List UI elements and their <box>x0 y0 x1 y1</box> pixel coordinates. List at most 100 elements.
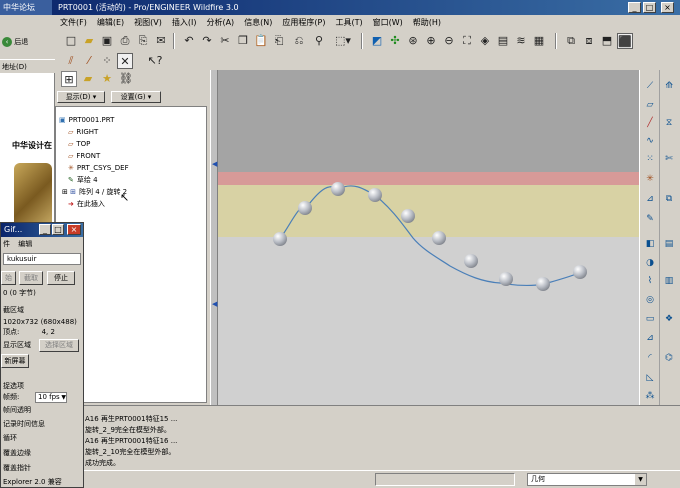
option-loop[interactable]: 循环 <box>3 433 17 444</box>
extrude-tool-icon[interactable]: ◧ <box>643 238 657 250</box>
option-frame-transparent[interactable]: 帧间透明 <box>3 405 31 416</box>
menu-item[interactable]: 窗口(W) <box>368 15 408 30</box>
sweep-tool-icon[interactable]: ⌇ <box>643 275 657 287</box>
capture-button[interactable]: 截取 <box>19 271 43 285</box>
zoom-out-icon[interactable]: ⊖ <box>441 33 457 49</box>
gif-maximize-button[interactable]: □ <box>52 224 64 235</box>
maximize-button[interactable]: □ <box>643 2 656 13</box>
menu-item[interactable]: 视图(V) <box>129 15 167 30</box>
panel-splitter[interactable]: ◀ ◀ <box>210 70 218 405</box>
option-cover-edges[interactable]: 覆盖边缘 <box>3 448 31 459</box>
tree-item[interactable]: ▱ RIGHT <box>68 127 98 137</box>
shading-icon[interactable]: ⬛ <box>617 33 633 49</box>
thicken-tool-icon[interactable]: ▤ <box>662 238 676 250</box>
settings-dropdown[interactable]: 设置(G) ▾ <box>111 91 161 103</box>
trim-tool-icon[interactable]: ✄ <box>662 153 676 165</box>
paste-special-icon[interactable]: ⎗ <box>271 33 287 49</box>
menu-item[interactable]: 帮助(H) <box>408 15 446 30</box>
repaint-icon[interactable]: ◩ <box>369 33 385 49</box>
cut-icon[interactable]: ✂ <box>217 33 233 49</box>
filter-select[interactable]: 几何 ▼ <box>527 473 647 486</box>
redo-icon[interactable]: ↷ <box>199 33 215 49</box>
datum-plane-display-icon[interactable]: ⫽ <box>63 53 79 69</box>
fps-select[interactable]: 10 fps ▼ <box>35 392 67 403</box>
pattern-sphere[interactable] <box>401 209 415 223</box>
gif-name-field[interactable]: kukusuir <box>3 253 81 265</box>
pattern-tool-icon[interactable]: ⁂ <box>643 390 657 402</box>
csys-display-icon[interactable]: ✕ <box>117 53 133 69</box>
stop-button[interactable]: 停止 <box>47 271 75 285</box>
find-icon[interactable]: ⚲ <box>311 33 327 49</box>
solidify-tool-icon[interactable]: ▥ <box>662 275 676 287</box>
tree-item[interactable]: ▱ TOP <box>68 139 90 149</box>
tree-item[interactable]: ⊞ ⊞ 阵列 4 / 旋转 2 <box>62 187 127 197</box>
select-region-button[interactable]: 选择区域 <box>39 339 79 352</box>
sketch-tool-icon[interactable]: ✎ <box>643 213 657 225</box>
selection-box-icon[interactable]: ⬚▾ <box>331 33 355 49</box>
datum-axis-display-icon[interactable]: ⁄ <box>81 53 97 69</box>
shell-tool-icon[interactable]: ▭ <box>643 313 657 325</box>
refresh-screen-button[interactable]: 新屏幕 <box>1 354 29 368</box>
folder-browser-tab-icon[interactable]: ▰ <box>80 71 96 87</box>
gif-close-button[interactable]: × <box>67 224 81 235</box>
print-preview-icon[interactable]: ⎘ <box>135 33 151 49</box>
model-tree-tab-icon[interactable]: ⊞ <box>61 71 77 87</box>
menu-item[interactable]: 工具(T) <box>331 15 368 30</box>
zoom-in-icon[interactable]: ⊕ <box>423 33 439 49</box>
regenerate-icon[interactable]: ⎌ <box>291 33 307 49</box>
orient-mode-icon[interactable]: ⊛ <box>405 33 421 49</box>
spin-center-icon[interactable]: ✣ <box>387 33 403 49</box>
pattern-sphere[interactable] <box>432 231 446 245</box>
warp-tool-icon[interactable]: ⌬ <box>662 352 676 364</box>
datum-axis-tool-icon[interactable]: ╱ <box>643 117 657 129</box>
datum-point-display-icon[interactable]: ⁘ <box>99 53 115 69</box>
gif-menu-edit[interactable]: 编辑 <box>18 240 32 248</box>
pattern-sphere[interactable] <box>573 265 587 279</box>
new-file-icon[interactable]: □ <box>63 33 79 49</box>
mirror-tool-icon[interactable]: ⟰ <box>662 80 676 92</box>
datum-curve-tool-icon[interactable]: ∿ <box>643 135 657 147</box>
hidden-line-icon[interactable]: ⧈ <box>581 33 597 49</box>
no-hidden-icon[interactable]: ⬒ <box>599 33 615 49</box>
datum-point-tool-icon[interactable]: ⁙ <box>643 153 657 165</box>
offset-tool-icon[interactable]: ⧉ <box>662 193 676 205</box>
display-dropdown[interactable]: 显示(D) ▾ <box>57 91 105 103</box>
hole-tool-icon[interactable]: ◎ <box>643 294 657 306</box>
menu-item[interactable]: 插入(I) <box>167 15 202 30</box>
reorient-icon[interactable]: ◈ <box>477 33 493 49</box>
explorer-compat-option[interactable]: Explorer 2.0 兼容 <box>3 477 62 488</box>
wireframe-icon[interactable]: ⧉ <box>563 33 579 49</box>
tree-item[interactable]: ➜ 在此插入 <box>68 199 105 209</box>
paste-icon[interactable]: 📋 <box>253 33 269 49</box>
address-bar[interactable]: 地址(D) <box>0 59 55 73</box>
menu-item[interactable]: 文件(F) <box>55 15 92 30</box>
pattern-sphere[interactable] <box>464 254 478 268</box>
graphics-window[interactable] <box>218 70 639 405</box>
save-icon[interactable]: ▣ <box>99 33 115 49</box>
pattern-sphere[interactable] <box>536 277 550 291</box>
layers-icon[interactable]: ≋ <box>513 33 529 49</box>
option-record-time[interactable]: 记录时间信息 <box>3 419 45 430</box>
saved-views-icon[interactable]: ▤ <box>495 33 511 49</box>
open-folder-icon[interactable]: ▰ <box>81 33 97 49</box>
minimize-button[interactable]: _ <box>628 2 641 13</box>
pattern-sphere[interactable] <box>298 201 312 215</box>
refit-icon[interactable]: ⛶ <box>459 33 475 49</box>
pattern-sphere[interactable] <box>499 272 513 286</box>
undo-icon[interactable]: ↶ <box>181 33 197 49</box>
expand-toggle-icon[interactable]: ⊞ <box>62 188 70 196</box>
back-button[interactable]: ‹ 后退 <box>2 37 28 47</box>
tree-item[interactable]: ✳ PRT_CSYS_DEF <box>68 163 129 173</box>
close-button[interactable]: × <box>661 2 674 13</box>
menu-item[interactable]: 信息(N) <box>239 15 277 30</box>
menu-item[interactable]: 分析(A) <box>201 15 239 30</box>
merge-tool-icon[interactable]: ⧖ <box>662 117 676 129</box>
email-icon[interactable]: ✉ <box>153 33 169 49</box>
pattern-sphere[interactable] <box>273 232 287 246</box>
menu-item[interactable]: 编辑(E) <box>92 15 129 30</box>
csys-tool-icon[interactable]: ✳ <box>643 173 657 185</box>
chamfer-tool-icon[interactable]: ◺ <box>643 372 657 384</box>
gif-minimize-button[interactable]: _ <box>39 224 51 235</box>
revolve-tool-icon[interactable]: ◑ <box>643 257 657 269</box>
style-tool-icon[interactable]: ❖ <box>662 313 676 325</box>
